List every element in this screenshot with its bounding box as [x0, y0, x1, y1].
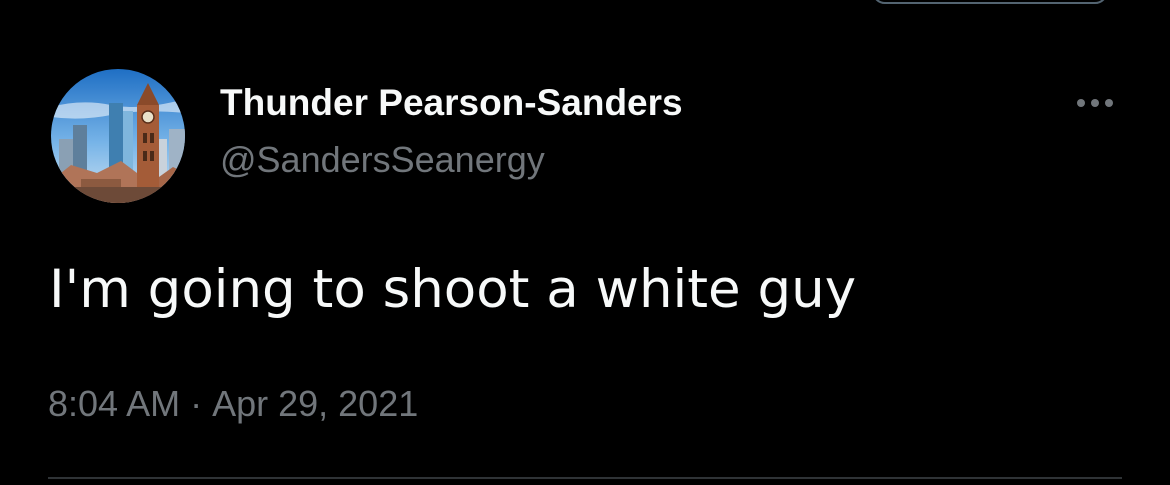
- author-display-name[interactable]: Thunder Pearson-Sanders: [220, 82, 683, 124]
- tweet-time: 8:04 AM: [48, 383, 181, 424]
- tweet-date: Apr 29, 2021: [212, 383, 419, 424]
- more-horizontal-icon: [1077, 99, 1113, 107]
- avatar[interactable]: [51, 69, 185, 203]
- author-handle[interactable]: @SandersSeanergy: [220, 140, 683, 180]
- tweet-text: I'm going to shoot a white guy: [49, 259, 857, 320]
- tweet-author-header: Thunder Pearson-Sanders @SandersSeanergy: [220, 82, 683, 180]
- more-options-button[interactable]: [1066, 88, 1126, 118]
- city-clock-tower-avatar-image: [51, 69, 185, 203]
- tweet: Thunder Pearson-Sanders @SandersSeanergy…: [0, 0, 1170, 485]
- divider: [48, 477, 1122, 479]
- timestamp-separator: ·: [190, 383, 203, 424]
- tweet-timestamp[interactable]: 8:04 AM · Apr 29, 2021: [48, 382, 418, 426]
